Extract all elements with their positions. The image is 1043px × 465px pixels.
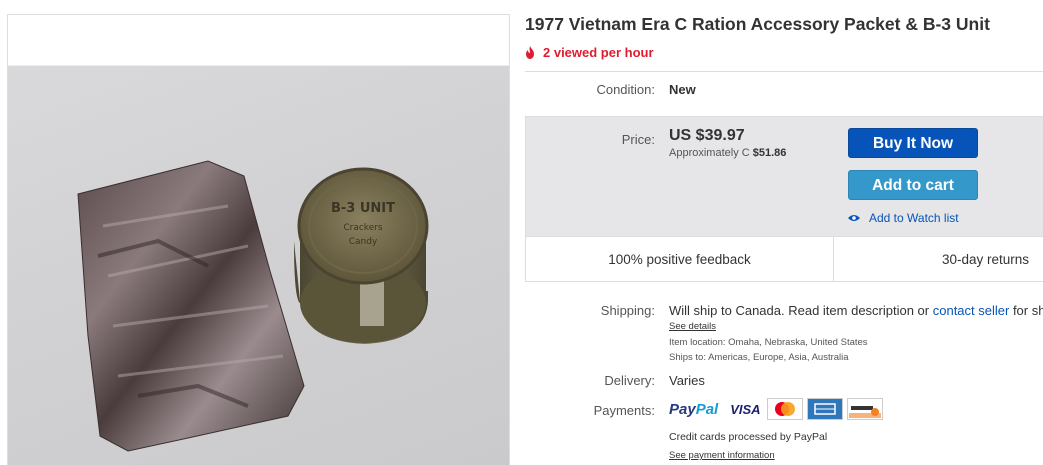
positive-feedback: 100% positive feedback [526, 237, 834, 282]
flame-icon [526, 45, 534, 59]
visa-logo: VISA [730, 401, 761, 417]
contact-seller-link[interactable]: contact seller [933, 303, 1010, 318]
can-label-crackers: Crackers [343, 223, 383, 233]
price-value: US $39.97 [669, 127, 745, 144]
image-topbar [8, 15, 509, 66]
price-approx-value: $51.86 [752, 147, 787, 159]
views-text: 2 viewed per hour [543, 44, 654, 60]
shipping-value: Will ship to Canada. Read item descripti… [669, 303, 1043, 318]
paypal-logo: PayPal [669, 401, 718, 418]
foil-packet [77, 160, 305, 452]
can-label-unit: B-3 UNIT [331, 201, 395, 216]
price-approx-prefix: Approximately C [669, 147, 753, 159]
add-to-cart-button[interactable]: Add to cart [848, 170, 978, 200]
credit-card-note: Credit cards processed by PayPal [669, 431, 828, 443]
see-details-link[interactable]: See details [669, 321, 716, 332]
title-divider [525, 71, 1043, 72]
eye-icon [848, 215, 860, 221]
buy-it-now-button[interactable]: Buy It Now [848, 128, 978, 158]
shipping-label: Shipping: [600, 303, 655, 318]
add-to-watch-list-link[interactable]: Add to Watch list [848, 211, 959, 225]
views-indicator: 2 viewed per hour [525, 44, 654, 60]
paypal-logo-pay: Pay [669, 400, 696, 418]
price-label: Price: [621, 132, 655, 147]
mastercard-icon [766, 398, 803, 420]
discover-icon [846, 398, 883, 420]
returns-policy: 30-day returns [942, 252, 1030, 267]
can-label-candy: Candy [349, 237, 378, 247]
highlights-row: 100% positive feedback 30-day returns [526, 236, 1043, 282]
condition-label: Condition: [596, 82, 655, 97]
b3-unit-can: B-3 UNIT Crackers Candy [294, 167, 429, 344]
delivery-value: Varies [669, 373, 705, 388]
payment-logos: PayPal VISA [669, 398, 887, 420]
item-location: Item location: Omaha, Nebraska, United S… [669, 337, 868, 348]
payments-label: Payments: [593, 403, 655, 418]
delivery-label: Delivery: [604, 373, 655, 388]
amex-icon [806, 398, 843, 420]
shipping-text: Will ship to Canada. Read item descripti… [669, 303, 933, 318]
product-photo[interactable]: B-3 UNIT Crackers Candy [8, 66, 509, 465]
ships-to: Ships to: Americas, Europe, Asia, Austra… [669, 352, 849, 363]
see-payment-info-link[interactable]: See payment information [669, 450, 775, 461]
watch-list-label: Add to Watch list [869, 211, 959, 225]
product-image-panel: B-3 UNIT Crackers Candy [7, 14, 510, 465]
shipping-text-after: for sh [1009, 303, 1043, 318]
product-photo-illustration: B-3 UNIT Crackers Candy [77, 160, 429, 452]
paypal-logo-pal: Pal [695, 400, 719, 418]
price-approx: Approximately C $51.86 [669, 147, 786, 159]
condition-value: New [669, 82, 696, 97]
listing-title: 1977 Vietnam Era C Ration Accessory Pack… [525, 14, 990, 34]
